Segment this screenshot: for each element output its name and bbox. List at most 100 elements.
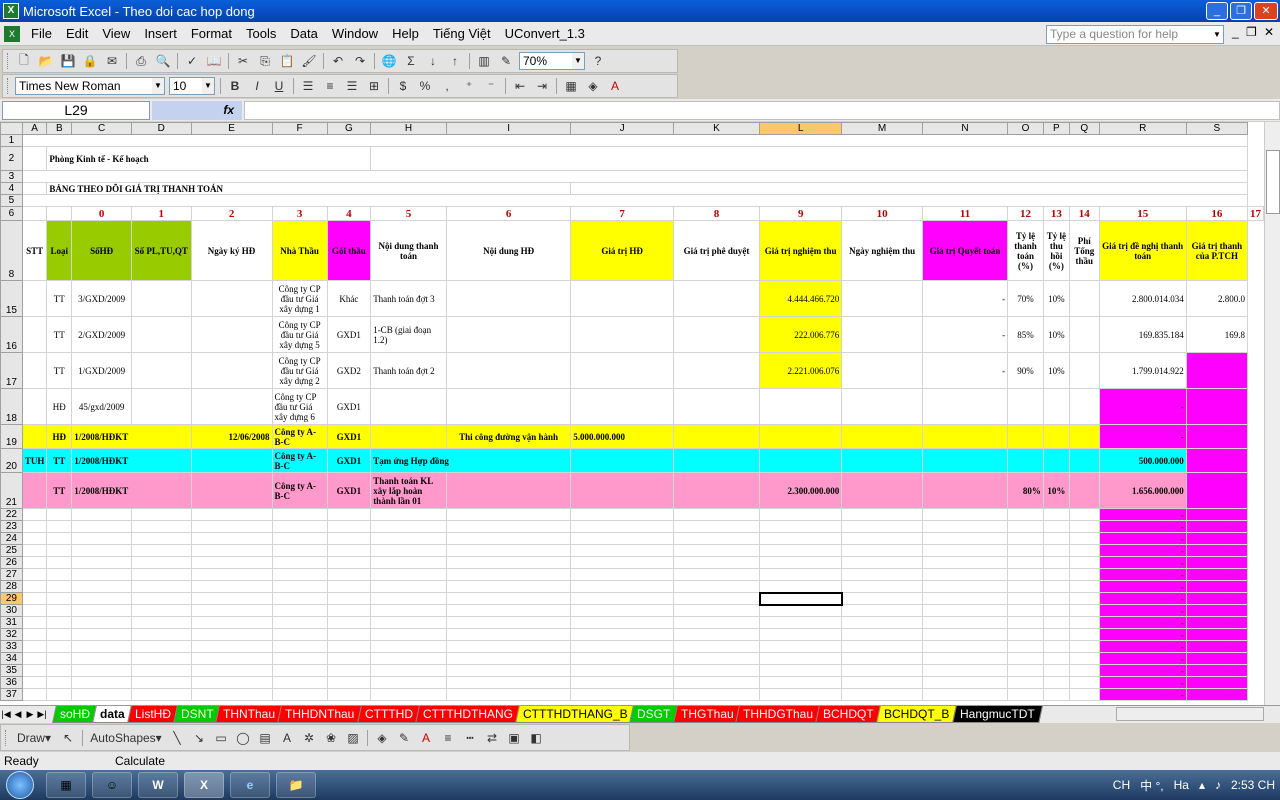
cell[interactable] [326, 616, 372, 629]
row-header[interactable]: 4 [0, 182, 23, 195]
cell[interactable]: - [1098, 676, 1187, 689]
cell[interactable] [190, 616, 273, 629]
excel-taskbar-icon[interactable]: X [184, 772, 224, 798]
cell[interactable] [190, 556, 273, 569]
cell[interactable] [21, 532, 48, 545]
table-cell[interactable]: GXD1 [326, 472, 372, 509]
cell[interactable] [1185, 520, 1249, 533]
col-header[interactable]: K [672, 122, 761, 135]
header-cell[interactable]: Tỷ lệ thanh toán (%) [1007, 220, 1044, 281]
select-all-corner[interactable] [0, 122, 23, 135]
cell[interactable] [271, 664, 328, 677]
cell[interactable] [1007, 568, 1044, 581]
clipart-icon[interactable]: ❀ [321, 729, 341, 747]
table-cell[interactable]: Thanh toán đợt 2 [370, 352, 447, 389]
table-cell[interactable]: 169.8 [1185, 316, 1249, 353]
cell[interactable] [46, 544, 73, 557]
decrease-indent-icon[interactable]: ⇤ [510, 77, 530, 95]
cell[interactable] [921, 532, 1009, 545]
chart-wizard-icon[interactable]: ▥ [474, 52, 494, 70]
row-header[interactable]: 36 [0, 676, 23, 689]
cell[interactable] [71, 616, 132, 629]
cell[interactable] [445, 532, 572, 545]
cell[interactable] [21, 556, 48, 569]
cell[interactable] [1068, 616, 1100, 629]
cell[interactable] [1042, 568, 1070, 581]
col-header[interactable]: C [71, 122, 132, 135]
cell[interactable] [271, 568, 328, 581]
cell[interactable] [841, 556, 923, 569]
cell[interactable] [131, 688, 192, 701]
undo-icon[interactable]: ↶ [328, 52, 348, 70]
col-header[interactable]: O [1007, 122, 1044, 135]
index-cell[interactable]: 14 [1068, 206, 1100, 221]
cell[interactable] [370, 616, 447, 629]
sheet-tab[interactable]: THNThau [215, 706, 284, 723]
explorer-icon[interactable]: 📁 [276, 772, 316, 798]
cell[interactable] [21, 640, 48, 653]
row-header[interactable]: 1 [0, 134, 23, 147]
cell[interactable] [1068, 532, 1100, 545]
copy-icon[interactable]: ⎘ [255, 52, 275, 70]
cell[interactable] [841, 544, 923, 557]
cell[interactable] [672, 604, 761, 617]
table-cell[interactable]: 1/GXD/2009 [71, 352, 132, 389]
cell[interactable] [271, 688, 328, 701]
cell[interactable]: - [1098, 640, 1187, 653]
cell[interactable] [21, 604, 48, 617]
cell[interactable] [445, 508, 572, 521]
cell[interactable] [1185, 604, 1249, 617]
cell[interactable] [759, 604, 843, 617]
cell[interactable] [326, 664, 372, 677]
cell[interactable] [921, 592, 1009, 605]
chevron-down-icon[interactable]: ▼ [1211, 26, 1223, 43]
menu-file[interactable]: File [24, 26, 59, 41]
cell[interactable] [131, 520, 192, 533]
cell[interactable] [46, 604, 73, 617]
cell[interactable] [1185, 676, 1249, 689]
table-cell[interactable]: 90% [1007, 352, 1044, 389]
ime-icon[interactable]: 中 °, [1140, 777, 1163, 794]
cell[interactable] [131, 532, 192, 545]
cell[interactable] [570, 580, 674, 593]
shadow-icon[interactable]: ▣ [504, 729, 524, 747]
cell[interactable] [271, 556, 328, 569]
line-color-icon[interactable]: ✎ [394, 729, 414, 747]
cell[interactable] [190, 520, 273, 533]
table-cell[interactable]: 80% [1007, 472, 1044, 509]
table-cell[interactable]: 1.799.014.922 [1098, 352, 1187, 389]
sheet-tab[interactable]: soHĐ [52, 706, 98, 723]
cell[interactable] [672, 628, 761, 641]
cell[interactable] [921, 604, 1009, 617]
cell[interactable] [841, 520, 923, 533]
diagram-icon[interactable]: ✲ [299, 729, 319, 747]
cell[interactable] [759, 556, 843, 569]
redo-icon[interactable]: ↷ [350, 52, 370, 70]
cell[interactable] [21, 628, 48, 641]
index-cell[interactable]: 0 [71, 206, 132, 221]
maximize-button[interactable]: ❐ [1230, 2, 1252, 20]
3d-icon[interactable]: ◧ [526, 729, 546, 747]
cell[interactable] [71, 688, 132, 701]
table-cell[interactable]: 10% [1042, 316, 1070, 353]
cell[interactable] [71, 640, 132, 653]
index-cell[interactable]: 5 [370, 206, 447, 221]
cell[interactable] [1042, 676, 1070, 689]
cell[interactable] [445, 652, 572, 665]
cell[interactable] [71, 652, 132, 665]
cell[interactable] [841, 580, 923, 593]
col-header[interactable]: S [1185, 122, 1249, 135]
font-color-icon[interactable]: A [605, 77, 625, 95]
help-search-input[interactable]: Type a question for help ▼ [1046, 25, 1224, 44]
index-cell[interactable]: 15 [1098, 206, 1187, 221]
cell[interactable] [131, 544, 192, 557]
cell[interactable] [1185, 616, 1249, 629]
sheet-tab[interactable]: CTTTHDTHANG [414, 706, 521, 723]
cell[interactable] [131, 568, 192, 581]
format-painter-icon[interactable]: 🖌 [299, 52, 319, 70]
cell[interactable] [445, 640, 572, 653]
cell[interactable] [570, 604, 674, 617]
cell[interactable] [131, 508, 192, 521]
cell[interactable] [570, 592, 674, 605]
index-cell[interactable]: 16 [1185, 206, 1249, 221]
